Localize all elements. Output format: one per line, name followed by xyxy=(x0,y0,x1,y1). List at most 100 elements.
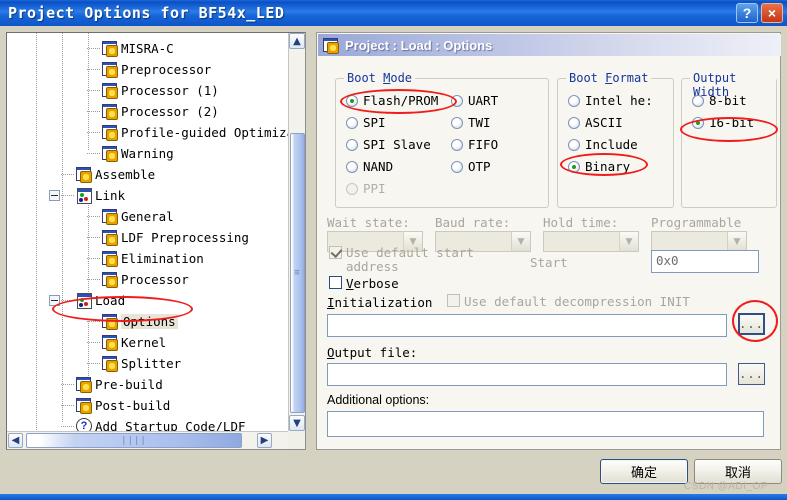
scroll-right-arrow[interactable]: ▶ xyxy=(257,433,272,448)
radio-label: FIFO xyxy=(468,137,499,152)
boot-format-radio-binary[interactable]: Binary xyxy=(568,159,630,174)
scrollbar-corner xyxy=(288,431,305,449)
radio-label: Binary xyxy=(585,159,631,174)
radio-label: SPI xyxy=(363,115,386,130)
checkbox-box[interactable] xyxy=(329,276,342,289)
boot-mode-legend: Boot Mode xyxy=(344,71,416,85)
tree-item-splitter[interactable]: Splitter xyxy=(101,353,181,374)
verbose-checkbox[interactable]: Verbose xyxy=(329,276,399,291)
tree-guide-line xyxy=(87,258,100,259)
scroll-thumb-grip: |||| xyxy=(121,435,147,446)
close-icon[interactable]: × xyxy=(761,3,783,23)
radio-dot-icon xyxy=(568,94,580,107)
tree-horizontal-scrollbar[interactable]: ◀ |||| ▶ xyxy=(7,431,289,449)
scroll-up-arrow[interactable]: ▲ xyxy=(289,33,305,49)
radio-dot-icon xyxy=(346,182,358,195)
tree-item-label: Splitter xyxy=(121,356,182,371)
module-icon xyxy=(101,62,118,78)
group-icon xyxy=(75,188,92,204)
boot-mode-radio-fifo[interactable]: FIFO xyxy=(451,137,498,152)
tree-item-label: Elimination xyxy=(121,251,204,266)
checkbox-box xyxy=(447,294,460,307)
tree-item-preprocessor[interactable]: Preprocessor xyxy=(101,59,211,80)
tree-item-label: MISRA-C xyxy=(121,41,174,56)
boot-mode-radio-otp[interactable]: OTP xyxy=(451,159,491,174)
initialization-field[interactable] xyxy=(327,314,727,337)
module-icon xyxy=(101,83,118,99)
tree-guide-line xyxy=(61,384,74,385)
options-tree-panel[interactable]: MISRA-C Preprocessor Processor (1) Processo… xyxy=(6,32,306,450)
output-width-radio-8-bit[interactable]: 8-bit xyxy=(692,93,747,108)
tree-item-options[interactable]: Options xyxy=(101,311,178,332)
udsa-line2: address xyxy=(346,259,399,274)
tree-guide-line xyxy=(88,193,89,293)
scroll-left-arrow[interactable]: ◀ xyxy=(8,433,23,448)
tree-item-processor-1[interactable]: Processor (1) xyxy=(101,80,219,101)
tree-item-label: Pre-build xyxy=(95,377,163,392)
tree-viewport[interactable]: MISRA-C Preprocessor Processor (1) Processo… xyxy=(7,33,289,431)
boot-mode-radio-uart[interactable]: UART xyxy=(451,93,498,108)
boot-mode-radio-spi[interactable]: SPI xyxy=(346,115,386,130)
output-file-field[interactable] xyxy=(327,363,727,386)
use-default-decompression-init-label: Use default decompression INIT xyxy=(464,294,690,309)
panel-header: Project : Load : Options xyxy=(318,34,781,56)
tree-expander-minus-icon[interactable] xyxy=(49,295,60,306)
boot-format-radio-ascii[interactable]: ASCII xyxy=(568,115,623,130)
use-default-start-address-checkbox: Use default start address xyxy=(329,246,529,274)
tree-item-label: LDF Preprocessing xyxy=(121,230,249,245)
boot-format-group: Boot Format Intel he: ASCII Include Binary xyxy=(557,71,674,208)
boot-mode-group: Boot Mode Flash/PROM SPI SPI Slave NAND PPI … xyxy=(335,71,549,208)
tree-item-general[interactable]: General xyxy=(101,206,174,227)
tree-vertical-scrollbar[interactable]: ▲ ≡ ▼ xyxy=(288,33,305,431)
tree-guide-line xyxy=(87,90,100,91)
boot-mode-radio-flash-prom[interactable]: Flash/PROM xyxy=(346,93,438,108)
combo-label-hold-time: Hold time: xyxy=(543,215,619,230)
help-icon[interactable]: ? xyxy=(736,3,758,23)
start-address-field[interactable]: 0x0 xyxy=(651,250,759,273)
radio-dot-icon xyxy=(568,160,580,173)
help-icon xyxy=(75,418,92,431)
tree-item-post-build[interactable]: Post-build xyxy=(75,395,170,416)
tree-item-assemble[interactable]: Assemble xyxy=(75,164,155,185)
horizontal-scroll-thumb[interactable]: |||| xyxy=(26,433,242,448)
tree-guide-line xyxy=(87,342,100,343)
tree-expander-minus-icon[interactable] xyxy=(49,190,60,201)
tree-guide-line xyxy=(87,363,100,364)
radio-label: Flash/PROM xyxy=(363,93,439,108)
additional-options-field[interactable] xyxy=(327,411,764,437)
boot-mode-radio-spi-slave[interactable]: SPI Slave xyxy=(346,137,431,152)
tree-item-profile-guided-optimiza[interactable]: Profile-guided Optimiza xyxy=(101,122,289,143)
tree-guide-line xyxy=(36,33,37,431)
scroll-down-arrow[interactable]: ▼ xyxy=(289,415,305,431)
window-title-bar[interactable]: Project Options for BF54x_LED ? × xyxy=(0,0,787,26)
tree-item-processor[interactable]: Processor xyxy=(101,269,189,290)
output-file-browse-button[interactable]: ... xyxy=(738,363,765,385)
boot-format-radio-intel-he[interactable]: Intel he: xyxy=(568,93,653,108)
tree-item-kernel[interactable]: Kernel xyxy=(101,332,166,353)
radio-dot-icon xyxy=(346,116,358,129)
output-width-radio-16-bit[interactable]: 16-bit xyxy=(692,115,754,130)
module-icon xyxy=(101,41,118,57)
udsa-line1: Use default start xyxy=(346,245,474,260)
boot-format-radio-include[interactable]: Include xyxy=(568,137,638,152)
tree-item-elimination[interactable]: Elimination xyxy=(101,248,204,269)
module-icon xyxy=(75,167,92,183)
tree-item-misra-c[interactable]: MISRA-C xyxy=(101,38,174,59)
tree-item-ldf-preprocessing[interactable]: LDF Preprocessing xyxy=(101,227,249,248)
initialization-browse-button[interactable]: ... xyxy=(738,313,765,335)
radio-dot-icon xyxy=(346,94,358,107)
ok-button[interactable]: 确定 xyxy=(600,459,688,484)
radio-dot-icon xyxy=(692,116,704,129)
tree-item-pre-build[interactable]: Pre-build xyxy=(75,374,163,395)
tree-item-load[interactable]: Load xyxy=(75,290,125,311)
vertical-scroll-thumb[interactable]: ≡ xyxy=(290,133,305,413)
tree-item-link[interactable]: Link xyxy=(75,185,125,206)
tree-item-warning[interactable]: Warning xyxy=(101,143,174,164)
tree-item-add-startup-code-ldf[interactable]: Add Startup Code/LDF xyxy=(75,416,246,431)
boot-mode-radio-nand[interactable]: NAND xyxy=(346,159,393,174)
output-file-label: Output file: xyxy=(327,345,418,360)
tree-item-label: Processor (2) xyxy=(121,104,219,119)
radio-label: ASCII xyxy=(585,115,623,130)
boot-mode-radio-twi[interactable]: TWI xyxy=(451,115,491,130)
tree-item-processor-2[interactable]: Processor (2) xyxy=(101,101,219,122)
